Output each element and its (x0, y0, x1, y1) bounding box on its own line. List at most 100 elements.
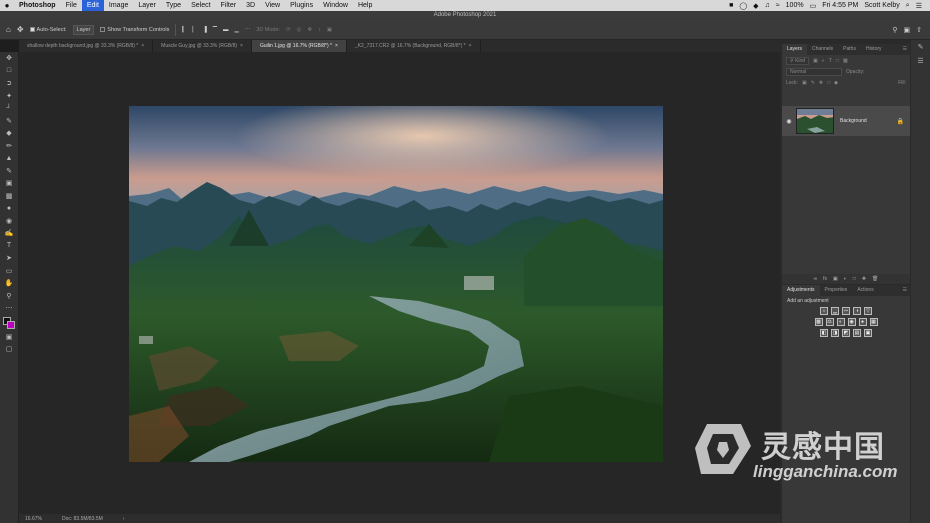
layer-style-icon[interactable]: fx (823, 276, 827, 282)
filter-smart-object-icon[interactable]: ▩ (843, 58, 848, 64)
align-right-icon[interactable]: ▐ (203, 27, 207, 33)
vibrance-icon[interactable]: ▽ (864, 307, 872, 315)
align-bottom-icon[interactable]: ▁ (234, 27, 238, 33)
clone-stamp-tool-icon[interactable]: ▲ (0, 152, 18, 165)
invert-icon[interactable]: ◧ (820, 329, 828, 337)
history-brush-tool-icon[interactable]: ✎ (0, 165, 18, 178)
menu-window[interactable]: Window (318, 0, 353, 11)
tab-adjustments[interactable]: Adjustments (782, 285, 820, 296)
magic-wand-tool-icon[interactable]: ✦ (0, 90, 18, 103)
transform-controls-checkbox[interactable]: Show Transform Controls (100, 27, 169, 33)
new-layer-icon[interactable]: ✚ (862, 276, 866, 282)
background-color-swatch[interactable] (7, 320, 15, 329)
lock-icon[interactable]: 🔒 (897, 118, 904, 125)
blur-tool-icon[interactable]: ● (0, 202, 18, 215)
volume-icon[interactable]: ♫ (765, 2, 770, 9)
3d-slide-icon[interactable]: ↕ (318, 27, 321, 33)
filter-adjustment-icon[interactable]: ◐ (822, 58, 825, 64)
menubar-datetime[interactable]: Fri 4:55 PM (822, 2, 858, 9)
black-white-icon[interactable]: ◐ (836, 318, 845, 326)
wifi-icon[interactable]: ≈ (776, 2, 780, 9)
move-tool-icon[interactable]: ✥ (0, 52, 18, 65)
threshold-icon[interactable]: ◩ (842, 329, 850, 337)
menu-help[interactable]: Help (353, 0, 377, 11)
3d-scale-icon[interactable]: ▣ (327, 27, 332, 33)
path-selection-tool-icon[interactable]: ➤ (0, 252, 18, 265)
blend-mode-dropdown[interactable]: Normal (786, 67, 842, 76)
tab-channels[interactable]: Channels (807, 44, 838, 55)
dodge-tool-icon[interactable]: ◉ (0, 215, 18, 228)
hand-tool-icon[interactable]: ✋ (0, 277, 18, 290)
search-icon[interactable]: ⚲ (892, 26, 897, 34)
close-icon[interactable]: × (240, 43, 243, 49)
tab-shallow-depth[interactable]: shallow depth background.jpg @ 33.3% (RG… (19, 40, 154, 52)
menubar-user[interactable]: Scott Kelby (864, 2, 899, 9)
menu-image[interactable]: Image (104, 0, 133, 11)
selective-color-icon[interactable]: ▣ (864, 329, 872, 337)
link-layers-icon[interactable]: ∞ (814, 276, 818, 282)
add-mask-icon[interactable]: ▣ (833, 276, 838, 282)
gradient-map-icon[interactable]: ▤ (853, 329, 861, 337)
color-swatches[interactable] (0, 315, 18, 331)
layer-name[interactable]: Background (840, 118, 867, 124)
tab-paths[interactable]: Paths (838, 44, 861, 55)
tab-k2-7317[interactable]: _K2_7317.CR2 @ 16.7% (Background, RGB/8*… (347, 40, 481, 52)
workspace-icon[interactable]: ▣ (904, 26, 911, 34)
more-options-icon[interactable]: ⋯ (245, 27, 251, 33)
rectangle-tool-icon[interactable]: ▭ (0, 265, 18, 278)
tab-actions[interactable]: Actions (852, 285, 878, 296)
tab-layers[interactable]: Layers (782, 44, 808, 55)
lock-paint-icon[interactable]: ✎ (811, 80, 815, 86)
apple-icon[interactable]: ● (0, 1, 14, 10)
share-icon[interactable]: ⇧ (916, 26, 922, 34)
eyedropper-tool-icon[interactable]: ✎ (0, 115, 18, 128)
menu-type[interactable]: Type (161, 0, 186, 11)
brightness-contrast-icon[interactable]: ☼ (820, 307, 828, 315)
clock-icon[interactable]: ◯ (739, 2, 747, 10)
doc-size[interactable]: Doc: 83.5M/83.5M (62, 516, 103, 522)
menu-edit[interactable]: Edit (81, 0, 104, 11)
close-icon[interactable]: × (335, 43, 338, 49)
tab-history[interactable]: History (861, 44, 887, 55)
menu-file[interactable]: File (61, 0, 82, 11)
panel-menu-icon[interactable]: ☰ (903, 285, 910, 296)
menu-list-icon[interactable]: ☰ (916, 2, 922, 10)
close-icon[interactable]: × (469, 43, 472, 49)
properties-icon[interactable]: ☰ (911, 54, 930, 68)
layer-row-background[interactable]: ◉ Background 🔒 (782, 106, 910, 136)
screen-mode-icon[interactable]: ▢ (0, 343, 18, 356)
panel-menu-icon[interactable]: ☰ (903, 44, 910, 55)
home-icon[interactable]: ⌂ (6, 25, 11, 34)
move-tool-icon[interactable]: ✥ (17, 25, 24, 34)
align-middle-icon[interactable]: ▬ (223, 27, 229, 33)
menu-photoshop[interactable]: Photoshop (14, 0, 61, 11)
auto-select-dropdown[interactable]: Layer (72, 24, 95, 35)
zoom-level[interactable]: 16.67% (25, 516, 42, 522)
color-lookup-icon[interactable]: ▦ (869, 318, 878, 326)
delete-layer-icon[interactable]: 🗑 (872, 276, 878, 282)
color-balance-icon[interactable]: ⚖ (825, 318, 834, 326)
type-tool-icon[interactable]: T (0, 240, 18, 253)
filter-shape-icon[interactable]: □ (836, 58, 839, 64)
canvas-area[interactable] (19, 52, 780, 514)
align-left-icon[interactable]: ▎ (182, 27, 186, 33)
lock-position-icon[interactable]: ✥ (819, 80, 823, 86)
align-top-icon[interactable]: ▔ (213, 27, 217, 33)
zoom-tool-icon[interactable]: ⚲ (0, 290, 18, 303)
eraser-tool-icon[interactable]: ▣ (0, 177, 18, 190)
crop-tool-icon[interactable]: ┘ (0, 102, 18, 115)
pen-tool-icon[interactable]: ✍ (0, 227, 18, 240)
new-group-icon[interactable]: □ (853, 276, 856, 282)
status-arrow-icon[interactable]: › (123, 516, 125, 522)
levels-icon[interactable]: ▁ (831, 307, 839, 315)
curves-icon[interactable]: ∾ (842, 307, 850, 315)
brush-settings-icon[interactable]: ✎ (911, 40, 930, 54)
filter-type-icon[interactable]: T (829, 58, 832, 64)
filter-pixel-icon[interactable]: ▣ (813, 58, 818, 64)
channel-mixer-icon[interactable]: ● (858, 318, 867, 326)
dropbox-icon[interactable]: ◆ (753, 2, 758, 10)
healing-brush-tool-icon[interactable]: ◆ (0, 127, 18, 140)
marquee-tool-icon[interactable]: □ (0, 65, 18, 78)
menu-3d[interactable]: 3D (241, 0, 260, 11)
3d-rotate-icon[interactable]: ⟳ (286, 27, 291, 33)
